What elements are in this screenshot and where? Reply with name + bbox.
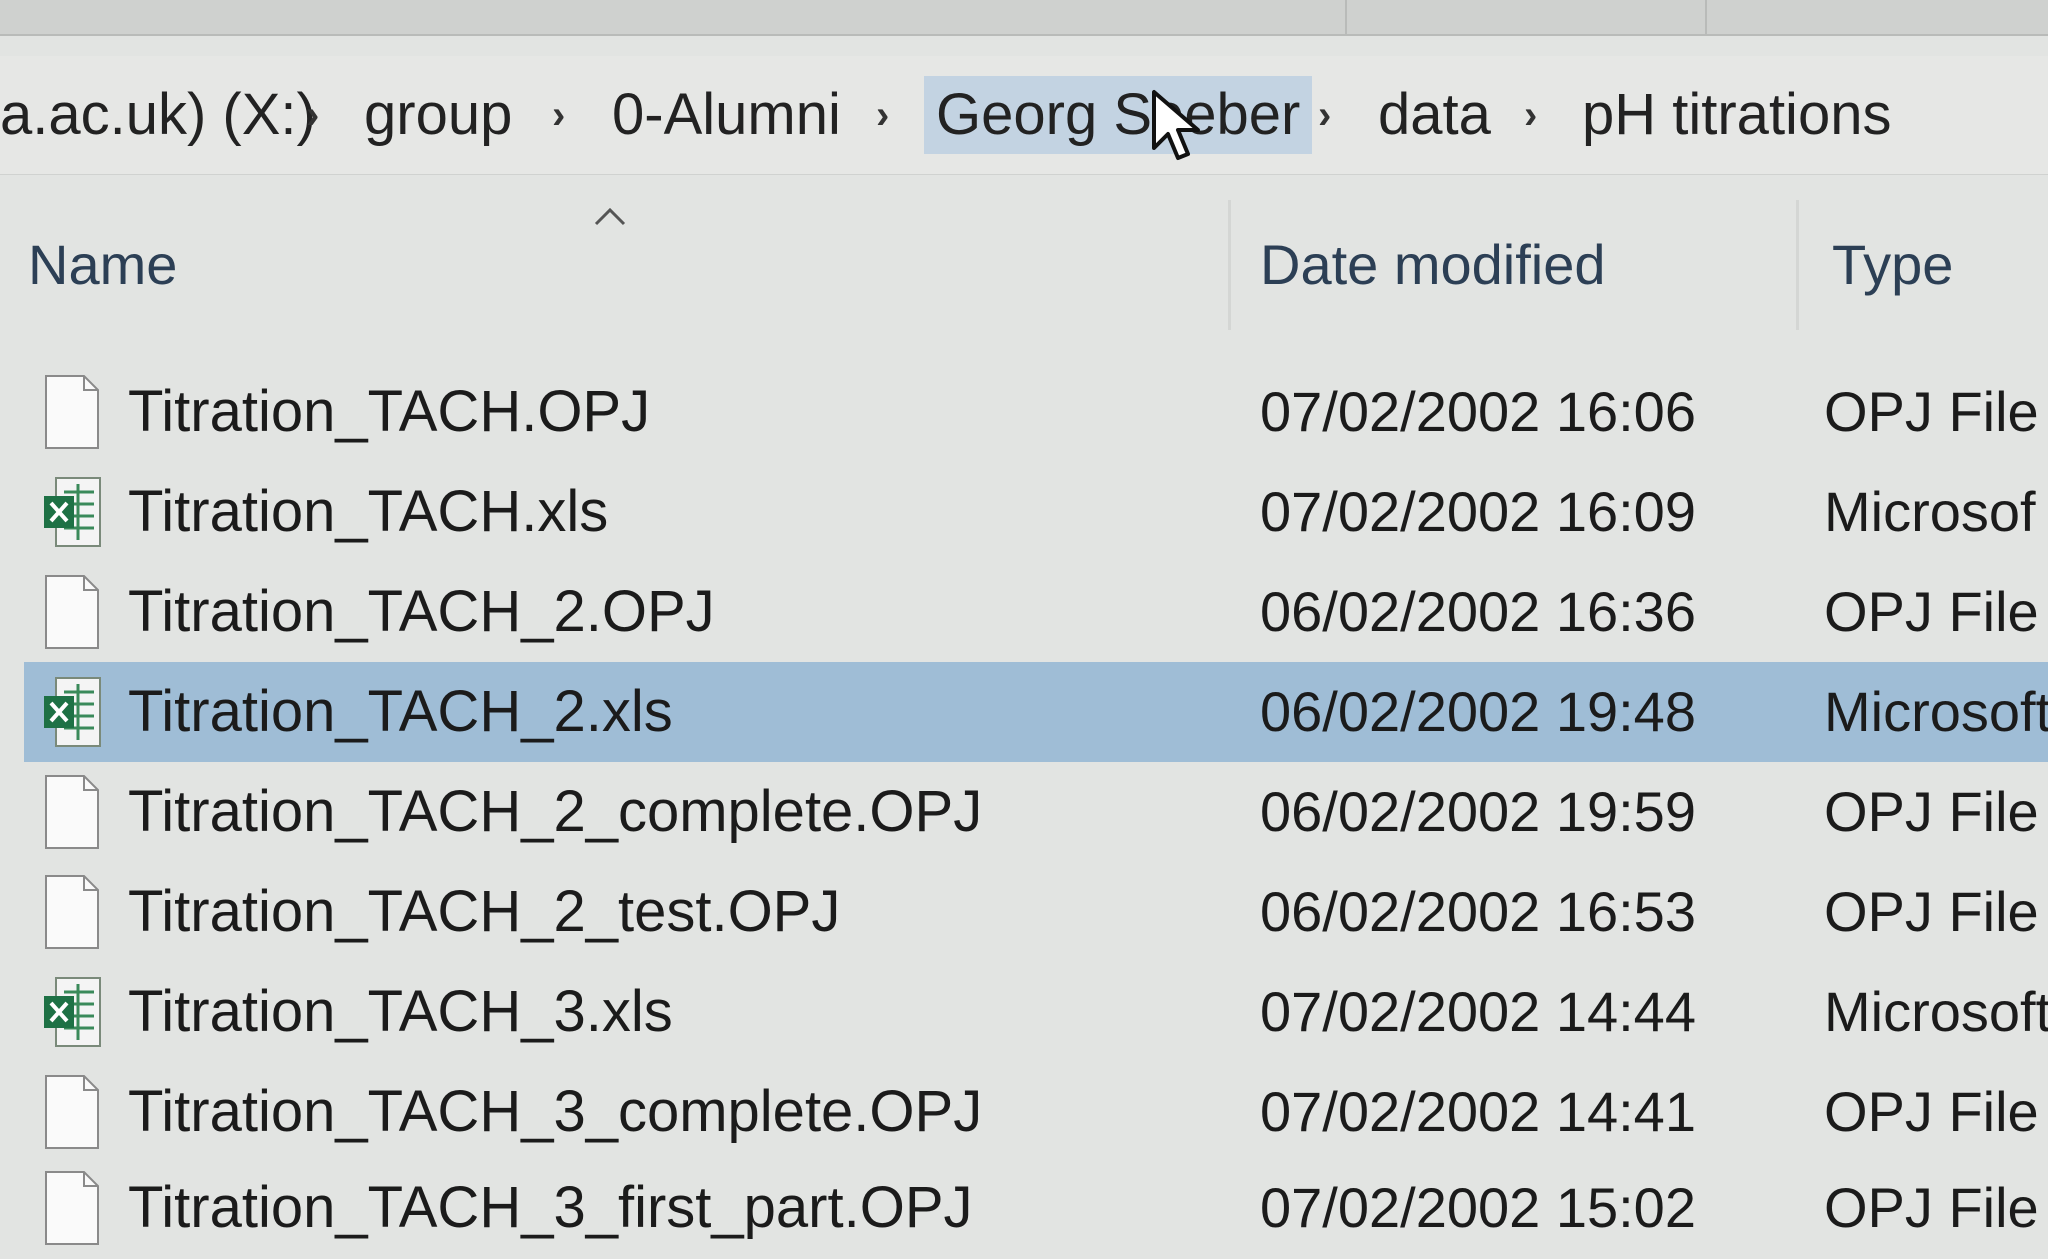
chevron-right-icon[interactable]: › <box>552 76 565 154</box>
file-row[interactable]: Titration_TACH_3_complete.OPJ 07/02/2002… <box>24 1062 2048 1162</box>
breadcrumb-drive[interactable]: a.ac.uk) (X:) <box>0 76 316 154</box>
mouse-cursor-icon <box>1152 90 1200 160</box>
opj-file-icon <box>45 1171 99 1245</box>
opj-file-icon <box>45 375 99 449</box>
file-date-modified: 06/02/2002 19:48 <box>1260 680 1696 743</box>
column-header-date-modified[interactable]: Date modified <box>1260 232 1606 297</box>
opj-file-icon <box>45 575 99 649</box>
file-date-modified: 06/02/2002 19:59 <box>1260 780 1696 843</box>
file-name: Titration_TACH_2_complete.OPJ <box>128 779 983 844</box>
file-type: OPJ File <box>1824 880 2039 943</box>
ribbon-divider <box>1705 0 1707 34</box>
column-header-name[interactable]: Name <box>28 232 177 297</box>
file-type: OPJ File <box>1824 1080 2039 1143</box>
file-name: Titration_TACH_3.xls <box>128 979 673 1044</box>
breadcrumb-data[interactable]: data <box>1378 76 1491 154</box>
ribbon-divider <box>1345 0 1347 34</box>
file-row[interactable]: Titration_TACH_3_first_part.OPJ 07/02/20… <box>24 1158 2048 1258</box>
file-type: OPJ File <box>1824 380 2039 443</box>
column-header-type[interactable]: Type <box>1832 232 1953 297</box>
column-header-row: Name Date modified Type <box>0 190 2048 340</box>
file-date-modified: 07/02/2002 16:06 <box>1260 380 1696 443</box>
column-divider[interactable] <box>1228 200 1231 330</box>
file-row-selected[interactable]: Titration_TACH_2.xls 06/02/2002 19:48 Mi… <box>24 662 2048 762</box>
chevron-right-icon[interactable]: › <box>1318 76 1331 154</box>
sort-ascending-icon <box>594 207 626 226</box>
file-type: OPJ File <box>1824 1176 2039 1239</box>
file-date-modified: 07/02/2002 16:09 <box>1260 480 1696 543</box>
file-row[interactable]: Titration_TACH.OPJ 07/02/2002 16:06 OPJ … <box>24 362 2048 462</box>
file-date-modified: 06/02/2002 16:36 <box>1260 580 1696 643</box>
file-name: Titration_TACH_2_test.OPJ <box>128 879 841 944</box>
file-name: Titration_TACH_2.OPJ <box>128 579 715 644</box>
file-name: Titration_TACH_3_first_part.OPJ <box>128 1175 973 1240</box>
file-name: Titration_TACH.xls <box>128 479 609 544</box>
file-date-modified: 07/02/2002 15:02 <box>1260 1176 1696 1239</box>
address-bar[interactable]: a.ac.uk) (X:) › group › 0-Alumni › Georg… <box>0 56 2048 175</box>
opj-file-icon <box>45 775 99 849</box>
excel-file-icon <box>44 477 101 547</box>
column-divider[interactable] <box>1796 200 1799 330</box>
file-row[interactable]: Titration_TACH_2_test.OPJ 06/02/2002 16:… <box>24 862 2048 962</box>
breadcrumb-group[interactable]: group <box>364 76 512 154</box>
file-type: OPJ File <box>1824 580 2039 643</box>
file-row[interactable]: Titration_TACH_3.xls 07/02/2002 14:44 Mi… <box>24 962 2048 1062</box>
breadcrumb-georg-seeber[interactable]: Georg Seeber <box>924 76 1313 154</box>
file-name: Titration_TACH.OPJ <box>128 379 651 444</box>
ribbon-strip <box>0 0 2048 36</box>
breadcrumb-alumni[interactable]: 0-Alumni <box>612 76 841 154</box>
file-type: Microsoft <box>1824 680 2048 743</box>
chevron-right-icon[interactable]: › <box>1524 76 1537 154</box>
opj-file-icon <box>45 875 99 949</box>
file-name: Titration_TACH_3_complete.OPJ <box>128 1079 983 1144</box>
file-date-modified: 07/02/2002 14:44 <box>1260 980 1696 1043</box>
file-type: Microsoft <box>1824 980 2048 1043</box>
excel-file-icon <box>44 977 101 1047</box>
file-row[interactable]: Titration_TACH.xls 07/02/2002 16:09 Micr… <box>24 462 2048 562</box>
file-row[interactable]: Titration_TACH_2.OPJ 06/02/2002 16:36 OP… <box>24 562 2048 662</box>
file-row[interactable]: Titration_TACH_2_complete.OPJ 06/02/2002… <box>24 762 2048 862</box>
excel-file-icon <box>44 677 101 747</box>
file-date-modified: 07/02/2002 14:41 <box>1260 1080 1696 1143</box>
file-type: Microsof <box>1824 480 2036 543</box>
opj-file-icon <box>45 1075 99 1149</box>
file-date-modified: 06/02/2002 16:53 <box>1260 880 1696 943</box>
file-name: Titration_TACH_2.xls <box>128 679 673 744</box>
chevron-right-icon[interactable]: › <box>306 76 319 154</box>
chevron-right-icon[interactable]: › <box>876 76 889 154</box>
breadcrumb-ph-titrations[interactable]: pH titrations <box>1582 76 1891 154</box>
file-type: OPJ File <box>1824 780 2039 843</box>
